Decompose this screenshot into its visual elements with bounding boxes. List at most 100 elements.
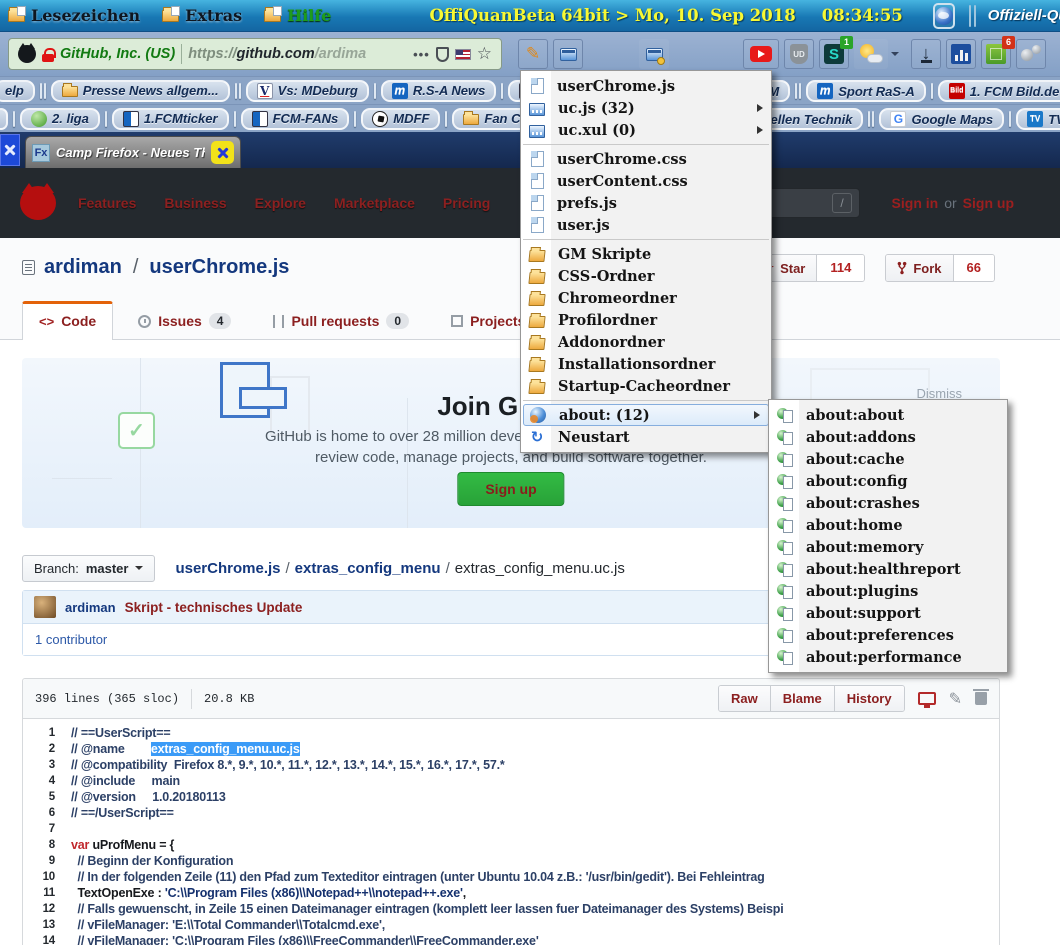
code-view[interactable]: 1// ==UserScript== 2// @name extras_conf…: [23, 719, 999, 945]
nav-pricing[interactable]: Pricing: [443, 195, 490, 211]
menu-separator: [523, 144, 769, 145]
bookmark-partial[interactable]: [0, 108, 8, 130]
tab-close-button[interactable]: [211, 141, 234, 164]
bookmark-sport-rasa[interactable]: Sport RaS-A: [806, 80, 926, 102]
breadcrumb-repo[interactable]: userChrome.js: [175, 560, 280, 577]
globe-button[interactable]: [933, 3, 955, 29]
nav-explore[interactable]: Explore: [255, 195, 306, 211]
tab-code[interactable]: Code: [22, 301, 113, 340]
download-button[interactable]: ↓: [911, 39, 941, 69]
stylish-button[interactable]: S1: [819, 39, 849, 69]
bookmark-google-maps[interactable]: Google Maps: [879, 108, 1004, 130]
menu-item-about[interactable]: about: (12): [523, 404, 769, 426]
submenu-item-about-performance[interactable]: about:performance: [769, 646, 1007, 668]
menu-item-addonordner[interactable]: Addonordner: [521, 331, 771, 353]
sign-up-button[interactable]: Sign up: [457, 472, 564, 506]
fork-button[interactable]: Fork: [886, 255, 952, 281]
menubar-hilfe[interactable]: Hilfe: [264, 6, 331, 25]
menu-item-userchrome-js[interactable]: userChrome.js: [521, 75, 771, 97]
bookmark-presse-news[interactable]: Presse News allgem...: [51, 80, 230, 102]
nav-business[interactable]: Business: [164, 195, 226, 211]
menu-item-installationsordner[interactable]: Installationsordner: [521, 353, 771, 375]
window-tool-button[interactable]: [553, 39, 583, 69]
edit-button[interactable]: ✎: [518, 39, 548, 69]
edit-pencil-icon[interactable]: ✎: [949, 689, 962, 709]
nav-marketplace[interactable]: Marketplace: [334, 195, 415, 211]
key-tool-button[interactable]: [639, 39, 669, 69]
url-bar[interactable]: GitHub, Inc. (US) https://github.com/ard…: [8, 38, 502, 70]
menu-item-css-ordner[interactable]: CSS-Ordner: [521, 265, 771, 287]
menu-item-gm-skripte[interactable]: GM Skripte: [521, 243, 771, 265]
submenu-item-about-healthreport[interactable]: about:healthreport: [769, 558, 1007, 580]
submenu-item-about-memory[interactable]: about:memory: [769, 536, 1007, 558]
repo-owner-link[interactable]: ardiman: [44, 256, 122, 279]
menu-item-uc-js[interactable]: uc.js (32): [521, 97, 771, 119]
bookmark-rsa-news[interactable]: R.S-A News: [381, 80, 496, 102]
fork-count[interactable]: 66: [953, 255, 994, 281]
menu-item-startup-cacheordner[interactable]: Startup-Cacheordner: [521, 375, 771, 397]
submenu-item-about-crashes[interactable]: about:crashes: [769, 492, 1007, 514]
bookmark-star-icon[interactable]: ☆: [477, 46, 492, 62]
ublock-button[interactable]: UD: [784, 39, 814, 69]
stats-button[interactable]: [946, 39, 976, 69]
code-line: 3// @compatibility Firefox 8.*, 9.*, 10.…: [23, 757, 999, 773]
history-button[interactable]: History: [834, 686, 904, 711]
menu-item-user-js[interactable]: user.js: [521, 214, 771, 236]
delete-trash-icon[interactable]: [975, 692, 987, 705]
sign-up-link[interactable]: Sign up: [963, 195, 1014, 211]
github-logo-icon[interactable]: [20, 186, 56, 220]
commit-author-link[interactable]: ardiman: [65, 600, 116, 615]
menu-item-usercontent-css[interactable]: userContent.css: [521, 170, 771, 192]
blame-button[interactable]: Blame: [770, 686, 834, 711]
nav-features[interactable]: Features: [78, 195, 136, 211]
menubar-lesezeichen[interactable]: Lesezeichen: [8, 6, 140, 25]
tab-issues[interactable]: Issues4: [121, 303, 248, 339]
repo-name-link[interactable]: userChrome.js: [149, 256, 289, 279]
contributors-count[interactable]: 1 contributor: [35, 632, 107, 647]
shield-icon[interactable]: [436, 47, 449, 62]
bookmark-fcm-fans[interactable]: FCM-FANs: [241, 108, 350, 130]
bookmark-2liga[interactable]: 2. liga: [20, 108, 100, 130]
submenu-item-about-home[interactable]: about:home: [769, 514, 1007, 536]
raw-button[interactable]: Raw: [719, 686, 770, 711]
browser-tab[interactable]: Fx Camp Firefox - Neues The: [25, 136, 241, 168]
avatar[interactable]: [34, 596, 56, 618]
weather-button[interactable]: [854, 39, 888, 69]
branch-selector[interactable]: Branch: master: [22, 555, 155, 582]
site-identity[interactable]: GitHub, Inc. (US): [60, 46, 175, 62]
close-all-button[interactable]: [0, 134, 20, 166]
bookmark-fcmticker[interactable]: 1.FCMticker: [112, 108, 229, 130]
page-actions-icon[interactable]: •••: [413, 47, 430, 62]
notes-button[interactable]: 6: [981, 39, 1011, 69]
menu-item-prefs-js[interactable]: prefs.js: [521, 192, 771, 214]
code-line: 8var uProfMenu = {: [23, 837, 999, 853]
sign-in-link[interactable]: Sign in: [892, 195, 939, 211]
submenu-item-about-support[interactable]: about:support: [769, 602, 1007, 624]
menubar-extras[interactable]: Extras: [162, 6, 242, 25]
proxy-button[interactable]: [1016, 39, 1046, 69]
submenu-item-about-config[interactable]: about:config: [769, 470, 1007, 492]
submenu-item-about-plugins[interactable]: about:plugins: [769, 580, 1007, 602]
bookmark-volksstimme[interactable]: Vs: MDeburg: [246, 80, 369, 102]
display-icon[interactable]: [918, 692, 936, 705]
submenu-item-about-cache[interactable]: about:cache: [769, 448, 1007, 470]
bookmark-tv-guide[interactable]: TVge: [1016, 108, 1060, 130]
menu-item-neustart[interactable]: ↻Neustart: [521, 426, 771, 448]
menu-item-userchrome-css[interactable]: userChrome.css: [521, 148, 771, 170]
youtube-button[interactable]: [743, 39, 779, 69]
tab-pull-requests[interactable]: Pull requests0: [256, 303, 426, 339]
commit-message-link[interactable]: Skript - technisches Update: [125, 600, 303, 615]
flag-icon[interactable]: [455, 49, 471, 60]
submenu-item-about-addons[interactable]: about:addons: [769, 426, 1007, 448]
bookmark-help[interactable]: elp: [0, 80, 35, 102]
dropdown-caret-icon[interactable]: [891, 52, 899, 56]
submenu-item-about-about[interactable]: about:about: [769, 404, 1007, 426]
submenu-item-about-preferences[interactable]: about:preferences: [769, 624, 1007, 646]
menu-item-chromeordner[interactable]: Chromeordner: [521, 287, 771, 309]
breadcrumb-folder[interactable]: extras_config_menu: [295, 560, 441, 577]
menu-item-uc-xul[interactable]: uc.xul (0): [521, 119, 771, 141]
bookmark-mdff[interactable]: MDFF: [361, 108, 440, 130]
menu-item-profilordner[interactable]: Profilordner: [521, 309, 771, 331]
bookmark-fcm-bild[interactable]: 1. FCM Bild.de: [938, 80, 1060, 102]
star-count[interactable]: 114: [816, 255, 864, 281]
